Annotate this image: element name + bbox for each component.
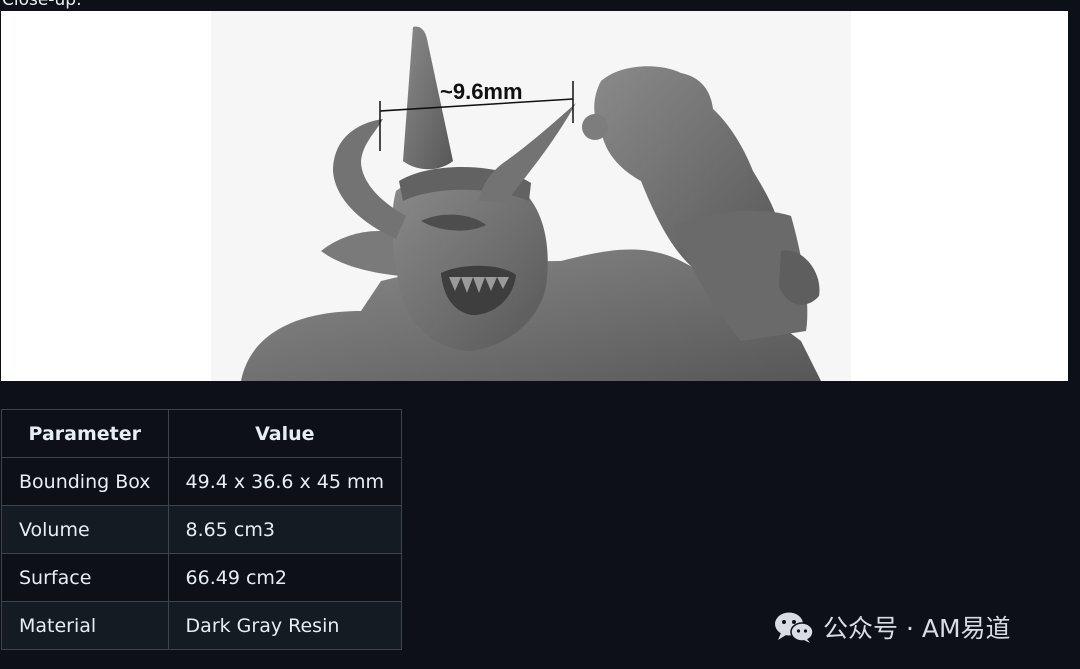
row-parameter: Material — [1, 601, 169, 650]
caption-text: Close-up: — [2, 0, 82, 10]
row-value: 66.49 cm2 — [167, 553, 403, 602]
row-parameter: Bounding Box — [1, 457, 169, 506]
header-parameter: Parameter — [1, 409, 169, 458]
parameters-table: Parameter Value Bounding Box 49.4 x 36.6… — [1, 409, 403, 650]
table-row: Material Dark Gray Resin — [1, 601, 403, 650]
resin-figurine-image — [1, 11, 1068, 381]
row-value: Dark Gray Resin — [167, 601, 403, 650]
table-header-row: Parameter Value — [1, 409, 403, 458]
table-row: Volume 8.65 cm3 — [1, 505, 403, 554]
watermark: 公众号 · AM易道 — [773, 609, 1011, 645]
watermark-text: 公众号 · AM易道 — [823, 614, 1011, 643]
row-parameter: Surface — [1, 553, 169, 602]
row-value: 49.4 x 36.6 x 45 mm — [167, 457, 403, 506]
wechat-icon — [775, 612, 814, 643]
measurement-label: ~9.6mm — [440, 79, 523, 104]
page: Close-up: ~9.6mm Parameter Value Boundin… — [0, 0, 1080, 669]
row-parameter: Volume — [1, 505, 169, 554]
model-photo — [1, 11, 1068, 381]
table-row: Bounding Box 49.4 x 36.6 x 45 mm — [1, 457, 403, 506]
header-value: Value — [167, 409, 403, 458]
table-row: Surface 66.49 cm2 — [1, 553, 403, 602]
row-value: 8.65 cm3 — [167, 505, 403, 554]
